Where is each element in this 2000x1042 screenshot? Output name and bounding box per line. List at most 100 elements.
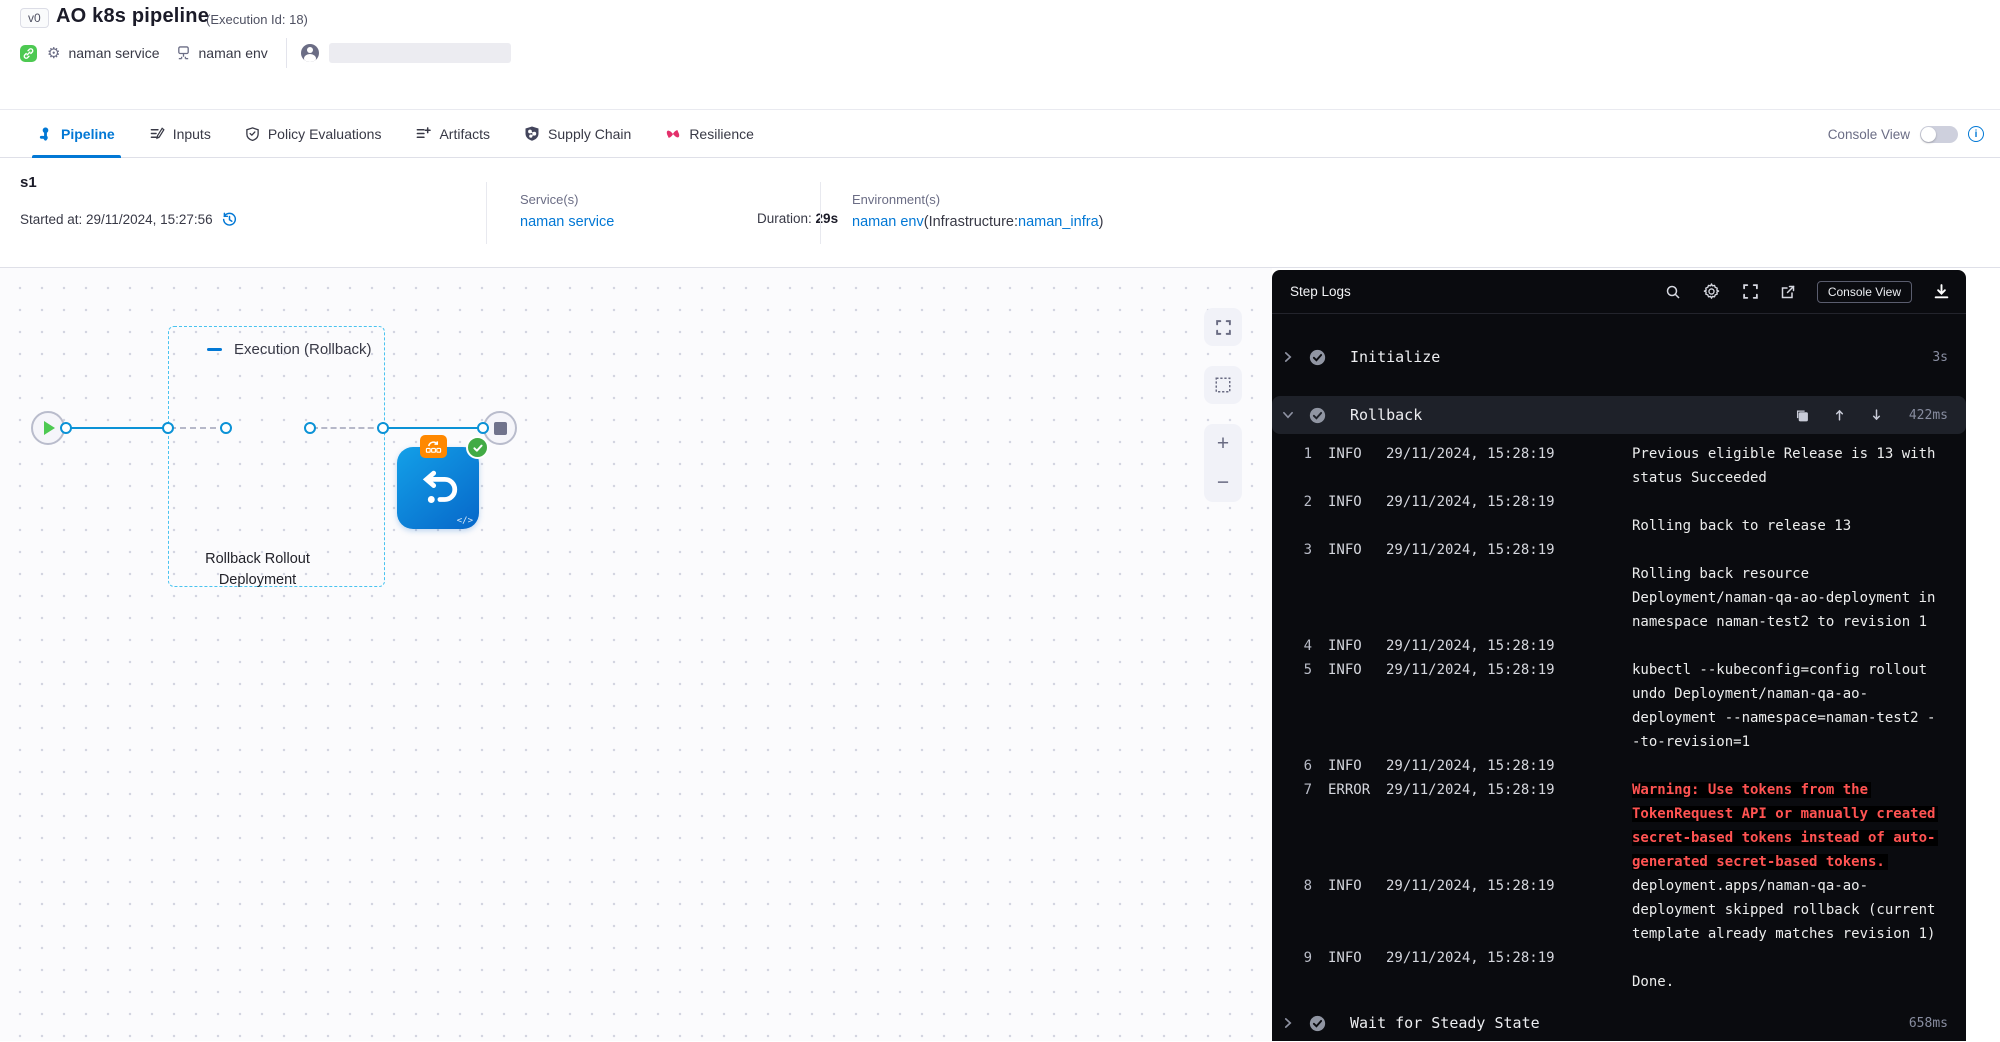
collapse-group-icon[interactable] — [207, 348, 222, 351]
log-message: Done. — [1632, 946, 1948, 994]
gear-icon: ⚙ — [47, 44, 60, 62]
log-message: deployment.apps/naman-qa-ao-deployment s… — [1632, 874, 1948, 946]
info-icon[interactable]: i — [1968, 126, 1984, 142]
group-label: Execution (Rollback) — [234, 341, 372, 358]
stop-icon — [494, 422, 507, 435]
chevron-down-icon — [1282, 409, 1294, 421]
console-view-toggle[interactable] — [1920, 126, 1958, 143]
log-timestamp: 29/11/2024, 15:28:19 — [1386, 754, 1576, 778]
log-level: INFO — [1328, 874, 1380, 898]
connector-dot — [304, 422, 316, 434]
log-message: Rolling back to release 13 — [1632, 490, 1948, 538]
log-row: 7ERROR29/11/2024, 15:28:19Warning: Use t… — [1272, 778, 1966, 874]
chevron-right-icon — [1282, 1017, 1294, 1029]
log-line-number: 3 — [1272, 538, 1312, 562]
download-logs-icon[interactable] — [1933, 283, 1950, 300]
log-entries: 1INFO29/11/2024, 15:28:19Previous eligib… — [1272, 442, 1966, 994]
log-row: 1INFO29/11/2024, 15:28:19Previous eligib… — [1272, 442, 1966, 490]
log-section-initialize[interactable]: Initialize 3s — [1272, 338, 1966, 376]
console-view-toggle-label: Console View — [1828, 127, 1910, 142]
policy-shield-icon — [245, 126, 260, 142]
rollout-badge-icon — [420, 435, 447, 458]
log-line-number: 6 — [1272, 754, 1312, 778]
zoom-in-button[interactable]: + — [1217, 433, 1229, 454]
log-line-number: 2 — [1272, 490, 1312, 514]
stage-divider — [486, 182, 487, 244]
environment-link[interactable]: naman env — [852, 214, 924, 230]
tab-policy-evaluations[interactable]: Policy Evaluations — [245, 110, 382, 158]
success-check-icon — [1309, 1015, 1326, 1032]
supply-chain-shield-icon — [524, 125, 540, 142]
log-section-rollback[interactable]: Rollback 422ms — [1272, 396, 1966, 434]
log-message: Rolling back resourceDeployment/naman-qa… — [1632, 538, 1948, 634]
step-node-label: Rollback Rollout Deployment — [185, 549, 330, 591]
log-row: 6 INFO29/11/2024, 15:28:19 — [1272, 754, 1966, 778]
rollback-step-node[interactable]: </> — [397, 447, 479, 529]
tab-resilience[interactable]: Resilience — [665, 110, 754, 158]
resilience-icon — [665, 126, 681, 142]
log-row: 4 INFO29/11/2024, 15:28:19 — [1272, 634, 1966, 658]
log-section-wait-for-steady-state[interactable]: Wait for Steady State 658ms — [1272, 1004, 1966, 1042]
log-level: ERROR — [1328, 778, 1380, 802]
cd-module-icon — [20, 45, 37, 62]
section-duration: 658ms — [1909, 1016, 1948, 1031]
connector-dot — [220, 422, 232, 434]
section-duration: 3s — [1932, 350, 1948, 365]
environment-icon — [176, 45, 191, 61]
tab-artifacts[interactable]: Artifacts — [415, 110, 490, 158]
log-level: INFO — [1328, 754, 1380, 778]
log-level: INFO — [1328, 658, 1380, 682]
log-line-number: 8 — [1272, 874, 1312, 898]
tab-pipeline[interactable]: Pipeline — [38, 110, 115, 158]
log-timestamp: 29/11/2024, 15:28:19 — [1386, 658, 1576, 682]
step-logs-header: Step Logs Console View — [1272, 270, 1966, 314]
canvas-select-button[interactable] — [1204, 366, 1242, 404]
history-icon[interactable] — [221, 211, 238, 228]
log-level: INFO — [1328, 634, 1380, 658]
log-timestamp: 29/11/2024, 15:28:19 — [1386, 634, 1576, 658]
open-in-new-icon[interactable] — [1780, 284, 1796, 300]
code-glyph: </> — [457, 516, 473, 526]
infrastructure-suffix: ) — [1099, 214, 1104, 230]
log-message: Warning: Use tokens from theTokenRequest… — [1632, 778, 1948, 874]
scroll-down-icon[interactable] — [1870, 408, 1883, 422]
log-line-number: 4 — [1272, 634, 1312, 658]
environment-tag: naman env — [199, 45, 268, 61]
section-duration: 422ms — [1909, 408, 1948, 423]
expand-panel-icon[interactable] — [1742, 283, 1759, 300]
step-success-icon — [466, 436, 489, 459]
stage-duration-value: 29s — [816, 211, 839, 226]
search-icon[interactable] — [1665, 284, 1681, 300]
stage-started-at: Started at: 29/11/2024, 15:27:56 — [20, 212, 213, 227]
tab-supply-chain[interactable]: Supply Chain — [524, 110, 631, 158]
infrastructure-link[interactable]: naman_infra — [1018, 214, 1099, 230]
connector-dot — [377, 422, 389, 434]
execution-rollback-group: Execution (Rollback) </> Rollback R — [168, 326, 385, 587]
canvas-zoom-controls: + − — [1204, 424, 1242, 502]
scroll-up-icon[interactable] — [1833, 408, 1846, 422]
pipeline-canvas[interactable]: Execution (Rollback) </> Rollback R — [0, 268, 1272, 1041]
service-link[interactable]: naman service — [520, 214, 614, 230]
console-view-button[interactable]: Console View — [1817, 281, 1912, 303]
service-tag: naman service — [68, 45, 159, 61]
stage-name: s1 — [20, 174, 37, 191]
marquee-select-icon — [1214, 376, 1232, 394]
canvas-fullscreen-button[interactable] — [1204, 308, 1242, 346]
connector-dot — [60, 422, 72, 434]
step-logs-title: Step Logs — [1290, 284, 1351, 299]
execution-tab-bar: Pipeline Inputs Policy Evaluations Artif… — [0, 110, 2000, 158]
copy-logs-icon[interactable] — [1795, 408, 1809, 423]
tab-inputs[interactable]: Inputs — [149, 110, 211, 158]
user-email-redacted — [329, 43, 511, 63]
step-logs-panel: Step Logs Console View Initialize 3s Rol… — [1272, 270, 1966, 1041]
log-level: INFO — [1328, 490, 1380, 514]
chevron-right-icon — [1282, 351, 1294, 363]
settings-gear-icon[interactable] — [1702, 282, 1721, 301]
log-timestamp: 29/11/2024, 15:28:19 — [1386, 946, 1576, 970]
pipeline-icon — [38, 126, 53, 142]
zoom-out-button[interactable]: − — [1217, 472, 1229, 493]
pipeline-title: AO k8s pipeline — [56, 5, 209, 28]
log-timestamp: 29/11/2024, 15:28:19 — [1386, 778, 1576, 802]
log-level: INFO — [1328, 442, 1380, 466]
log-timestamp: 29/11/2024, 15:28:19 — [1386, 538, 1576, 562]
